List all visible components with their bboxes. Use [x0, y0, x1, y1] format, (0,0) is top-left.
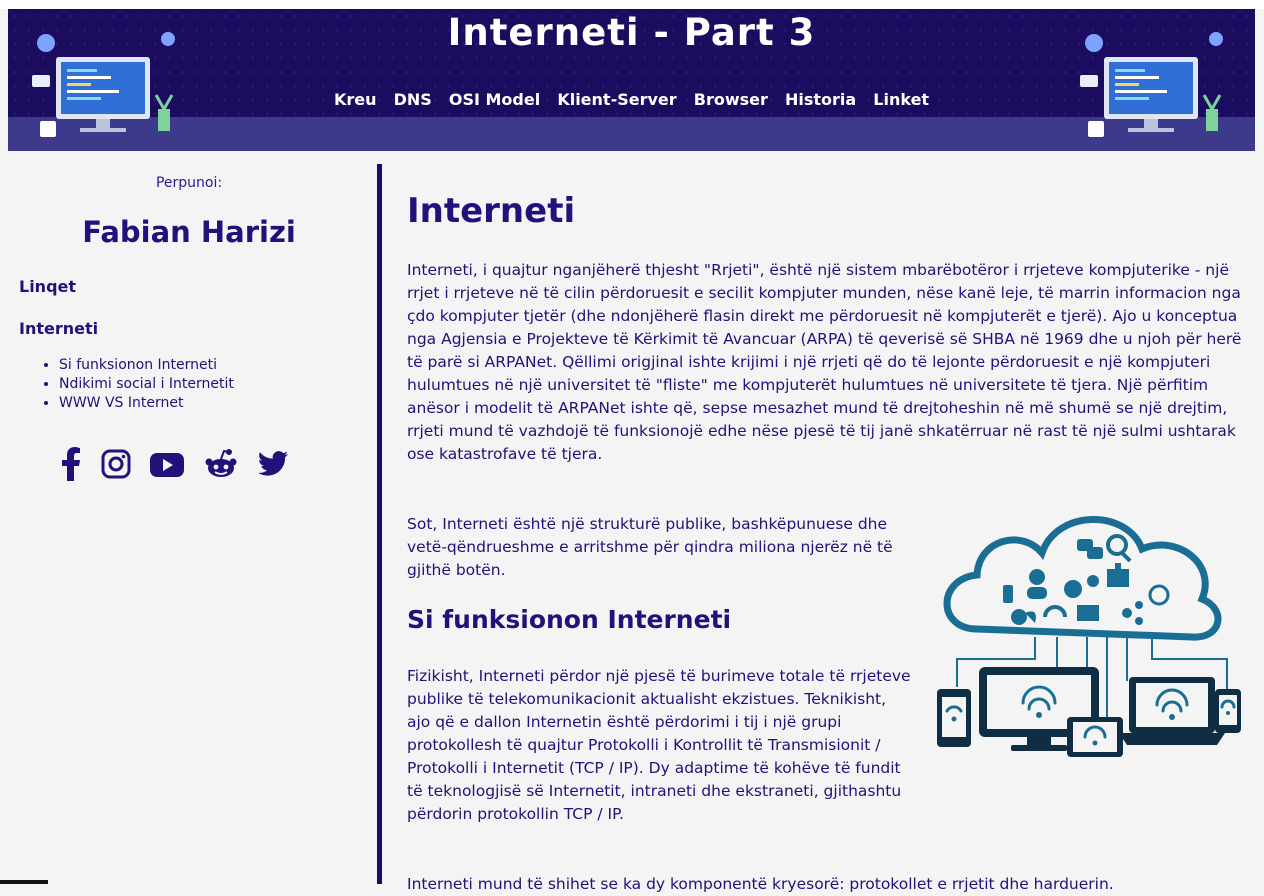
links-heading: Linqet	[19, 277, 77, 296]
nav-link-linket[interactable]: Linket	[873, 90, 929, 109]
nav-link-historia[interactable]: Historia	[785, 90, 856, 109]
bottom-edge	[0, 880, 48, 884]
toc-item: WWW VS Internet	[59, 394, 234, 413]
physical-paragraph: Fizikisht, Interneti përdor një pjesë të…	[407, 667, 911, 823]
toc-heading: Interneti	[19, 319, 99, 338]
sidebar-divider	[377, 164, 382, 884]
social-links	[58, 447, 298, 481]
nav-link-kreu[interactable]: Kreu	[334, 90, 377, 109]
table-of-contents: Si funksionon Interneti Ndikimi social i…	[19, 356, 234, 413]
top-strip	[0, 0, 1264, 9]
components-paragraph: Interneti mund të shihet se ka dy kompon…	[407, 875, 1114, 893]
credit-label: Perpunoi:	[155, 175, 223, 191]
section-heading: Si funksionon Interneti	[407, 605, 732, 634]
site-title: Interneti - Part 3	[447, 11, 816, 54]
toc-link-si-funksionon[interactable]: Si funksionon Interneti	[59, 357, 217, 373]
sidebar: Perpunoi: Fabian Harizi Linqet Interneti…	[0, 151, 378, 884]
nav-link-osi-model[interactable]: OSI Model	[449, 90, 540, 109]
intro-paragraph: Interneti, i quajtur nganjëherë thjesht …	[407, 261, 1242, 463]
twitter-icon[interactable]	[256, 447, 290, 485]
nav-link-browser[interactable]: Browser	[694, 90, 768, 109]
cloud-network-illustration-icon	[937, 516, 1241, 757]
main-nav: Kreu DNS OSI Model Klient-Server Browser…	[8, 90, 1255, 109]
reddit-icon[interactable]	[204, 447, 238, 485]
toc-link-ndikimi-social[interactable]: Ndikimi social i Internetit	[59, 376, 234, 392]
toc-item: Ndikimi social i Internetit	[59, 375, 234, 394]
toc-link-www-vs-internet[interactable]: WWW VS Internet	[59, 395, 183, 411]
nav-link-klient-server[interactable]: Klient-Server	[557, 90, 676, 109]
author-name: Fabian Harizi	[82, 215, 296, 249]
nav-link-dns[interactable]: DNS	[394, 90, 432, 109]
instagram-icon[interactable]	[100, 447, 132, 485]
main-content: Interneti Interneti, i quajtur nganjëher…	[407, 151, 1257, 893]
toc-item: Si funksionon Interneti	[59, 356, 234, 375]
page-title: Interneti	[407, 191, 576, 231]
site-header: Interneti - Part 3 Kreu DNS OSI Model Kl…	[8, 9, 1255, 151]
today-paragraph: Sot, Interneti është një strukturë publi…	[407, 515, 893, 579]
facebook-icon[interactable]	[58, 447, 84, 485]
youtube-icon[interactable]	[149, 447, 185, 485]
